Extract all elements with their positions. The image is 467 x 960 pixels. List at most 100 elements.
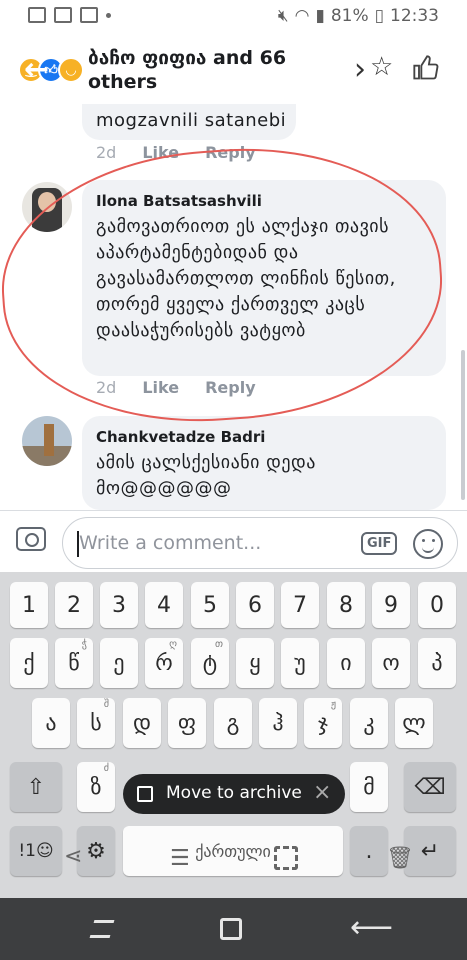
scrollbar[interactable] — [461, 350, 465, 500]
key[interactable]: ო — [372, 638, 410, 688]
key[interactable]: 6 — [236, 582, 274, 628]
key[interactable]: 3 — [100, 582, 138, 628]
key[interactable]: ქ — [10, 638, 48, 688]
key[interactable]: 1 — [10, 582, 48, 628]
comment-author[interactable]: Chankvetadze Badri — [96, 428, 265, 446]
key-label: დ — [133, 710, 151, 736]
home-icon[interactable] — [220, 918, 242, 940]
comment-author[interactable]: Ilona Batsatsashvili — [96, 192, 262, 210]
chevron-right-icon[interactable]: › — [354, 52, 366, 87]
battery-text: 81% — [330, 6, 369, 26]
reply-button[interactable]: Reply — [205, 143, 256, 162]
key-label: წ — [68, 650, 80, 676]
comment-bubble[interactable]: Ilona Batsatsashvili გამოვათრიოთ ეს ალქა… — [82, 180, 446, 376]
signal-icon: ▮ — [315, 6, 325, 26]
key[interactable]: ძზ — [77, 762, 115, 812]
recent-apps-icon[interactable] — [89, 920, 115, 938]
key[interactable]: 9 — [372, 582, 410, 628]
comment-meta: 2d Like Reply — [96, 143, 256, 162]
crop-icon[interactable] — [274, 846, 298, 870]
backspace-icon: ⌫ — [414, 774, 446, 800]
gif-button[interactable]: GIF — [361, 532, 398, 555]
key[interactable]: შს — [77, 698, 115, 748]
reactions-title[interactable]: ბაჩო ფიფია and 66 others — [88, 46, 338, 94]
key-label: ფ — [177, 710, 197, 736]
comment-bubble[interactable]: mogzavnili satanebi — [82, 104, 296, 140]
key[interactable]: ი — [327, 638, 365, 688]
key[interactable]: ჟჯ — [304, 698, 342, 748]
key[interactable]: უ — [281, 638, 319, 688]
key[interactable]: ა — [32, 698, 70, 748]
contact-icon — [80, 7, 98, 23]
camera-icon[interactable] — [16, 527, 46, 551]
key[interactable]: 7 — [281, 582, 319, 628]
key[interactable]: ფ — [168, 698, 206, 748]
key-label: მ — [363, 774, 375, 800]
key-label: ო — [382, 650, 400, 676]
enter-icon: ↵ — [420, 838, 440, 864]
back-icon[interactable]: ⟵ — [350, 910, 393, 945]
comment-text: mogzavnili satanebi — [96, 110, 287, 131]
key-hint: შ — [103, 699, 109, 710]
key[interactable]: დ — [123, 698, 161, 748]
key-hint: ჭ — [81, 639, 87, 650]
mail-icon — [54, 7, 72, 23]
key-label: ყ — [249, 650, 261, 676]
key[interactable]: ღრ — [145, 638, 183, 688]
key[interactable]: ე — [100, 638, 138, 688]
key[interactable]: ყ — [236, 638, 274, 688]
key[interactable]: ლ — [395, 698, 433, 748]
comment-bubble[interactable]: Chankvetadze Badri ამის ცალსქესიანი დედა… — [82, 416, 446, 510]
key[interactable]: ჰ — [259, 698, 297, 748]
key[interactable]: ჭწ — [55, 638, 93, 688]
emoji-icon[interactable] — [413, 529, 443, 559]
shift-icon: ⇧ — [26, 774, 46, 800]
key[interactable]: 4 — [145, 582, 183, 628]
share-icon[interactable]: ⋖ — [64, 844, 82, 869]
comment-placeholder: Write a comment... — [79, 532, 262, 554]
archive-toast[interactable]: Move to archive × — [123, 774, 345, 814]
key[interactable]: მ — [350, 762, 388, 812]
delete-icon[interactable]: 🗑︎ — [386, 846, 414, 871]
key-label: . — [365, 838, 373, 864]
key[interactable]: 8 — [327, 582, 365, 628]
key[interactable]: 0 — [418, 582, 456, 628]
key-label: უ — [294, 650, 306, 676]
key[interactable]: 5 — [191, 582, 229, 628]
key[interactable]: პ — [418, 638, 456, 688]
backspace-key[interactable]: ⌫ — [404, 762, 456, 812]
like-button[interactable]: Like — [142, 378, 179, 397]
key-label: ქ — [23, 650, 35, 676]
like-outline-icon[interactable] — [412, 54, 440, 82]
period-key[interactable]: . — [350, 826, 388, 876]
shift-key[interactable]: ⇧ — [10, 762, 62, 812]
key-label: ს — [90, 710, 102, 736]
comment-input[interactable]: Write a comment... GIF — [62, 517, 458, 569]
key[interactable]: თტ — [191, 638, 229, 688]
key[interactable]: კ — [350, 698, 388, 748]
close-icon[interactable]: × — [313, 780, 331, 805]
wifi-icon: ◠ — [294, 6, 310, 26]
avatar[interactable] — [22, 182, 72, 232]
sad-icon: ◡ — [58, 57, 84, 83]
adjust-icon[interactable]: ☰ — [170, 846, 190, 871]
key[interactable]: 2 — [55, 582, 93, 628]
comments-list: mogzavnili satanebi 2d Like Reply Ilona … — [0, 104, 467, 510]
avatar[interactable] — [22, 416, 72, 466]
key[interactable]: გ — [214, 698, 252, 748]
key-label: ტ — [202, 650, 218, 676]
reply-button[interactable]: Reply — [205, 378, 256, 397]
clock: 12:33 — [390, 6, 439, 26]
settings-key[interactable]: ⚙ — [77, 826, 115, 876]
key-label: ჰ — [272, 710, 284, 736]
space-key[interactable]: ქართული — [123, 826, 343, 876]
comment-text: ამის ცალსქესიანი დედა მო@@@@@@ — [96, 452, 316, 499]
key-label: გ — [226, 710, 240, 736]
like-button[interactable]: Like — [142, 143, 179, 162]
star-icon[interactable]: ☆ — [370, 52, 393, 82]
key-label: კ — [363, 710, 375, 736]
back-arrow-icon[interactable]: ← — [24, 55, 49, 85]
comment-time: 2d — [96, 143, 117, 162]
symbols-key[interactable]: !1☺ — [10, 826, 62, 876]
system-nav-bar: ⟵ — [0, 898, 467, 960]
